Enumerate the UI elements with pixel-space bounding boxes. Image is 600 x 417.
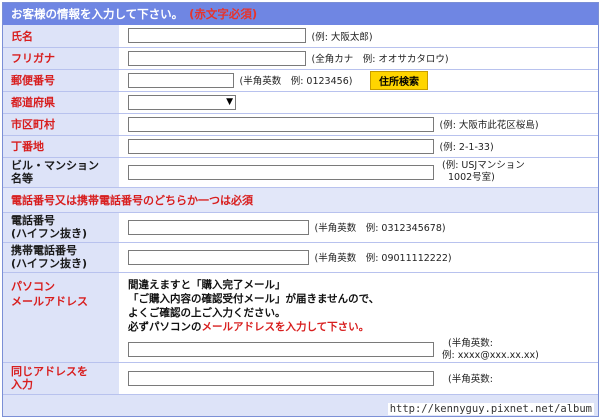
hint-phone: (半角英数 例: 0312345678) [314,223,446,234]
row-block: 丁番地 (例: 2-1-33) [3,135,598,158]
label-phone: 電話番号 (ハイフン抜き) [3,212,119,243]
hint-email-line1: (半角英数: [448,337,493,349]
form-table: 氏名 (例: 大阪太郎) フリガナ (全角カナ 例: オオサカタロウ) 郵便番号… [3,25,598,395]
row-phone-notice: 電話番号又は携帯電話番号のどちらか一つは必須 [3,187,598,213]
row-city: 市区町村 (例: 大阪市此花区桜島) [3,113,598,136]
customer-info-form: お客様の情報を入力して下さい。 (赤文字必須) 氏名 (例: 大阪太郎) フリガナ… [2,2,599,417]
email-warning-message: 間違えますと「購入完了メール」 「ご購入内容の確認受付メール」が届きませんので、… [128,278,598,334]
row-kana: フリガナ (全角カナ 例: オオサカタロウ) [3,47,598,70]
chevron-down-icon: ▼ [226,96,233,107]
label-building: ビル・マンション 名等 [3,157,119,188]
label-kana: フリガナ [3,47,119,70]
form-title: お客様の情報を入力して下さい。 [11,7,184,21]
row-postal: 郵便番号 (半角英数 例: 0123456) 住所検索 [3,69,598,92]
email-input[interactable] [128,342,434,357]
label-email-line2: メールアドレス [11,294,88,308]
hint-email-line2: 例: xxxx@xxx.xx.xx) [442,349,539,361]
hint-building-line1: (例: USJマンション [442,160,525,171]
hint-building-line2: 1002号室) [448,172,495,183]
hint-postal: (半角英数 例: 0123456) [239,76,353,87]
email-warning-line3: よくご確認の上ご入力ください。 [128,306,286,319]
prefecture-select[interactable]: ▼ [128,94,236,110]
label-building-line2: 名等 [11,172,33,185]
row-email-confirm: 同じアドレスを 入力 (半角英数: [3,362,598,395]
email-confirm-input[interactable] [128,370,434,386]
watermark-url: http://kennyguy.pixnet.net/album [387,403,594,415]
label-mobile-line2: (ハイフン抜き) [11,257,88,270]
block-input[interactable] [128,138,434,154]
hint-block: (例: 2-1-33) [439,142,494,153]
label-email: パソコン メールアドレス [3,272,119,363]
hint-email-confirm: (半角英数: [448,374,493,385]
row-phone: 電話番号 (ハイフン抜き) (半角英数 例: 0312345678) [3,212,598,243]
label-phone-line1: 電話番号 [11,214,55,227]
label-email-line1: パソコン [11,279,55,293]
hint-city: (例: 大阪市此花区桜島) [439,120,539,131]
required-note: (赤文字必須) [189,7,258,21]
label-block: 丁番地 [3,135,119,158]
row-building: ビル・マンション 名等 (例: USJマンション 1002号室) [3,157,598,188]
label-building-line1: ビル・マンション [11,159,99,172]
hint-building: (例: USJマンション 1002号室) [442,160,525,184]
form-header: お客様の情報を入力して下さい。 (赤文字必須) [3,3,598,25]
label-phone-line2: (ハイフン抜き) [11,227,88,240]
label-city: 市区町村 [3,113,119,136]
row-name: 氏名 (例: 大阪太郎) [3,25,598,48]
phone-required-notice: 電話番号又は携帯電話番号のどちらか一つは必須 [11,193,253,207]
email-warning-line2: 「ご購入内容の確認受付メール」が届きませんので、 [128,292,380,305]
label-mobile: 携帯電話番号 (ハイフン抜き) [3,242,119,273]
hint-name: (例: 大阪太郎) [311,31,373,43]
email-warning-line1: 間違えますと「購入完了メール」 [128,278,286,291]
label-postal: 郵便番号 [3,69,119,92]
mobile-input[interactable] [128,249,309,265]
kana-input[interactable] [128,50,306,66]
hint-mobile: (半角英数 例: 09011112222) [314,253,452,264]
building-input[interactable] [128,164,434,180]
label-email-confirm: 同じアドレスを 入力 [3,362,119,395]
label-email-confirm-line2: 入力 [11,378,33,391]
email-warning-line4-red: メールアドレスを入力して下さい。 [201,320,370,333]
row-email: パソコン メールアドレス 間違えますと「購入完了メール」 「ご購入内容の確認受付… [3,272,598,363]
hint-email: (半角英数: 例: xxxx@xxx.xx.xx) [442,338,539,362]
postal-input[interactable] [128,72,234,88]
row-mobile: 携帯電話番号 (ハイフン抜き) (半角英数 例: 09011112222) [3,242,598,273]
row-prefecture: 都道府県 ▼ [3,91,598,114]
phone-input[interactable] [128,219,309,235]
label-email-confirm-line1: 同じアドレスを [11,365,88,378]
hint-kana: (全角カナ 例: オオサカタロウ) [311,54,449,65]
label-name: 氏名 [3,25,119,48]
city-input[interactable] [128,116,434,132]
email-warning-line4-prefix: 必ずパソコンの [128,320,202,333]
address-search-button[interactable]: 住所検索 [369,70,428,90]
name-input[interactable] [128,28,306,44]
label-prefecture: 都道府県 [3,91,119,114]
label-mobile-line1: 携帯電話番号 [11,244,77,257]
